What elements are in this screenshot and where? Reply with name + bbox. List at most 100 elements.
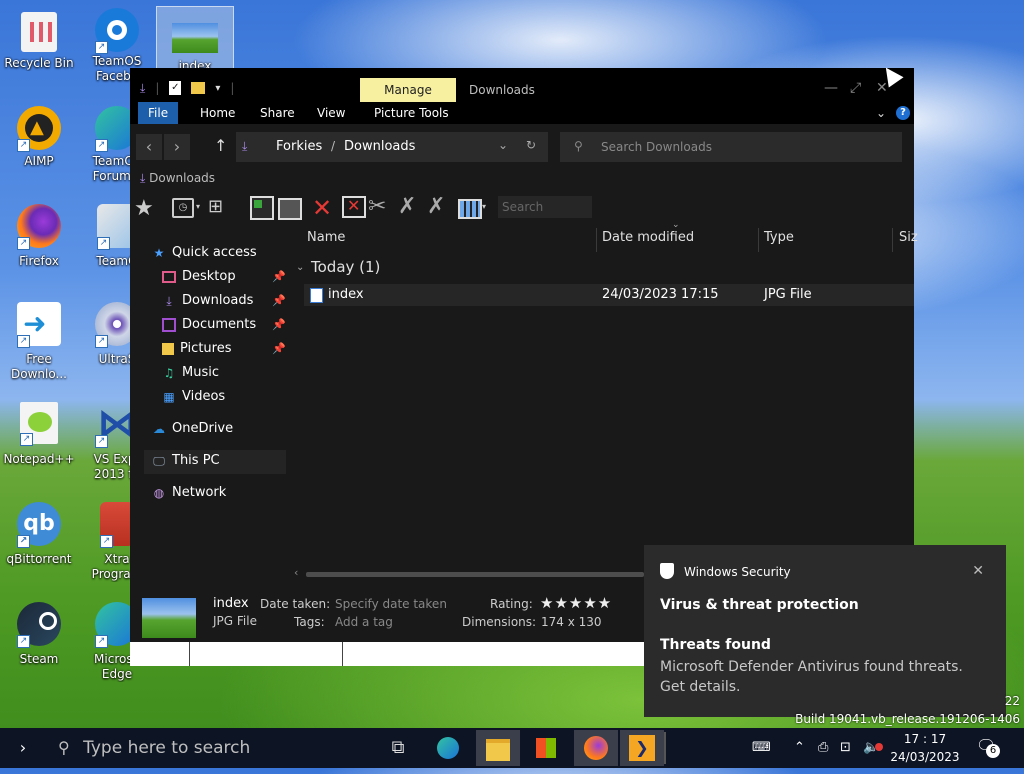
- manage-tab[interactable]: Manage: [360, 78, 456, 102]
- breadcrumb-forkies[interactable]: Forkies: [276, 139, 322, 154]
- taskbar-powershell[interactable]: ❯: [620, 730, 664, 766]
- scroll-left-icon[interactable]: ‹: [294, 566, 298, 579]
- taskbar-search[interactable]: ⚲ Type here to search: [58, 728, 250, 768]
- desktop-icon-firefox[interactable]: ↗ Firefox: [0, 204, 78, 269]
- volume-muted-icon[interactable]: 🔈: [863, 728, 884, 768]
- search-placeholder: Search Downloads: [601, 140, 712, 154]
- task-view-button[interactable]: ⧉: [376, 730, 420, 766]
- tab-view[interactable]: View: [317, 102, 345, 124]
- show-hidden-icons[interactable]: ⌃: [794, 728, 805, 768]
- toolbar-search-input[interactable]: Search: [498, 196, 592, 218]
- address-dropdown-icon[interactable]: ⌄: [498, 138, 508, 152]
- pin-icon[interactable]: 📌: [272, 294, 286, 307]
- keyboard-icon[interactable]: ⌨: [752, 728, 771, 768]
- taskbar-file-explorer[interactable]: [476, 730, 520, 766]
- close-icon[interactable]: ✕: [972, 563, 984, 579]
- taskbar-store[interactable]: [524, 730, 568, 766]
- history-icon[interactable]: ◷: [172, 198, 194, 218]
- copy-to-icon[interactable]: [250, 196, 274, 220]
- move-to-icon[interactable]: [278, 198, 302, 220]
- nav-videos[interactable]: ▦ Videos: [162, 386, 225, 408]
- view-dropdown-icon[interactable]: ▾: [482, 202, 486, 211]
- cross-out-icon[interactable]: ✗: [427, 194, 445, 219]
- view-layout-icon[interactable]: [458, 199, 482, 219]
- column-header-name[interactable]: Name: [307, 228, 345, 248]
- nav-label: Quick access: [172, 245, 257, 260]
- group-header-today[interactable]: Today (1): [311, 258, 380, 276]
- cut-icon[interactable]: ✂: [368, 194, 386, 219]
- expand-ribbon-icon[interactable]: ⌄: [876, 106, 886, 120]
- taskbar-firefox[interactable]: [574, 730, 618, 766]
- windows-flag-icon[interactable]: ⊞: [208, 196, 223, 217]
- forward-button[interactable]: ›: [164, 134, 190, 160]
- desktop-icon-qbittorrent[interactable]: qb ↗ qBittorrent: [0, 502, 78, 567]
- new-folder-icon[interactable]: [191, 82, 206, 94]
- nav-quick-access[interactable]: ★ Quick access: [152, 242, 257, 264]
- back-button[interactable]: ‹: [136, 134, 162, 160]
- notification-center-button[interactable]: 🗨 6: [976, 736, 1000, 758]
- desktop-icon-index[interactable]: index: [156, 6, 234, 73]
- start-button[interactable]: ›: [0, 728, 46, 768]
- nav-network[interactable]: ◍ Network: [152, 482, 227, 504]
- tags-value[interactable]: Add a tag: [335, 615, 393, 629]
- date-taken-value[interactable]: Specify date taken: [335, 597, 447, 611]
- address-bar[interactable]: ⤓ Forkies / Downloads ⌄ ↻: [236, 132, 548, 162]
- desktop-icon-steam[interactable]: ↗ Steam: [0, 602, 78, 667]
- tab-home[interactable]: Home: [200, 102, 235, 124]
- tab-picture-tools[interactable]: Picture Tools: [374, 102, 449, 124]
- nav-music[interactable]: ♫ Music: [162, 362, 219, 384]
- desktop-icon-notepad-plus-plus[interactable]: ↗ Notepad++: [0, 402, 78, 467]
- cross-link-icon[interactable]: ✗: [398, 194, 416, 219]
- desktop-icon-free-download-manager[interactable]: ➜ ↗ Free Downlo...: [0, 302, 78, 382]
- column-header-size[interactable]: Siz: [899, 228, 918, 248]
- nav-downloads[interactable]: ⤓ Downloads: [162, 290, 253, 312]
- nav-onedrive[interactable]: ☁ OneDrive: [152, 418, 233, 440]
- search-box[interactable]: ⚲ Search Downloads: [560, 132, 902, 162]
- file-date-modified: 24/03/2023 17:15: [602, 287, 719, 302]
- delete-permanently-icon[interactable]: ✕: [342, 196, 366, 218]
- column-header-type[interactable]: Type: [764, 228, 794, 248]
- device-icon[interactable]: ⎙: [818, 728, 828, 768]
- history-dropdown-icon[interactable]: ▾: [196, 202, 200, 211]
- nav-this-pc[interactable]: 🖵 This PC: [152, 450, 219, 472]
- nav-desktop[interactable]: Desktop: [162, 266, 236, 288]
- up-button[interactable]: ↑: [214, 136, 227, 155]
- favorite-star-icon[interactable]: ★: [134, 196, 154, 221]
- taskbar-clock[interactable]: 17 : 17 24/03/2023: [884, 730, 966, 766]
- download-arrow-icon[interactable]: ⤓: [140, 81, 145, 96]
- desktop-icon-aimp[interactable]: ▲ ↗ AIMP: [0, 106, 78, 169]
- maximize-button[interactable]: ⤢: [850, 80, 861, 96]
- nav-label: Desktop: [182, 269, 236, 284]
- help-icon[interactable]: ?: [896, 106, 910, 120]
- column-separator[interactable]: [596, 228, 597, 252]
- pin-icon[interactable]: 📌: [272, 270, 286, 283]
- nav-documents[interactable]: Documents: [162, 314, 256, 336]
- breadcrumb-downloads[interactable]: Downloads: [344, 139, 415, 154]
- minimize-button[interactable]: —: [824, 80, 838, 96]
- taskbar-edge[interactable]: [426, 730, 470, 766]
- pin-icon[interactable]: 📌: [272, 342, 286, 355]
- refresh-icon[interactable]: ↻: [526, 138, 536, 152]
- column-header-date-modified[interactable]: Date modified: [602, 228, 694, 248]
- tab-share[interactable]: Share: [260, 102, 295, 124]
- scrollbar-thumb[interactable]: [306, 572, 644, 577]
- properties-icon[interactable]: ✓: [169, 81, 182, 95]
- status-divider: [189, 642, 190, 666]
- network-icon[interactable]: ⊡: [840, 728, 851, 768]
- delete-icon[interactable]: ✕: [312, 194, 332, 222]
- windows-security-notification[interactable]: Windows Security ✕ Virus & threat protec…: [644, 545, 1006, 717]
- nav-pictures[interactable]: Pictures: [162, 338, 231, 360]
- column-separator[interactable]: [892, 228, 893, 252]
- rating-stars[interactable]: ★★★★★: [540, 594, 612, 612]
- tab-file[interactable]: File: [138, 102, 179, 124]
- column-separator[interactable]: [758, 228, 759, 252]
- customize-toolbar-icon[interactable]: ▾: [215, 83, 220, 94]
- pin-icon[interactable]: 📌: [272, 318, 286, 331]
- horizontal-scrollbar[interactable]: ‹: [292, 566, 644, 580]
- desktop-icon-recycle-bin[interactable]: Recycle Bin: [0, 8, 78, 71]
- notification-body[interactable]: Microsoft Defender Antivirus found threa…: [660, 657, 990, 697]
- location-label: ⤓ Downloads: [140, 171, 215, 186]
- file-row[interactable]: index 24/03/2023 17:15 JPG File: [304, 284, 914, 306]
- desktop-icon-label: Recycle Bin: [4, 56, 74, 70]
- group-collapse-icon[interactable]: ⌄: [296, 262, 304, 273]
